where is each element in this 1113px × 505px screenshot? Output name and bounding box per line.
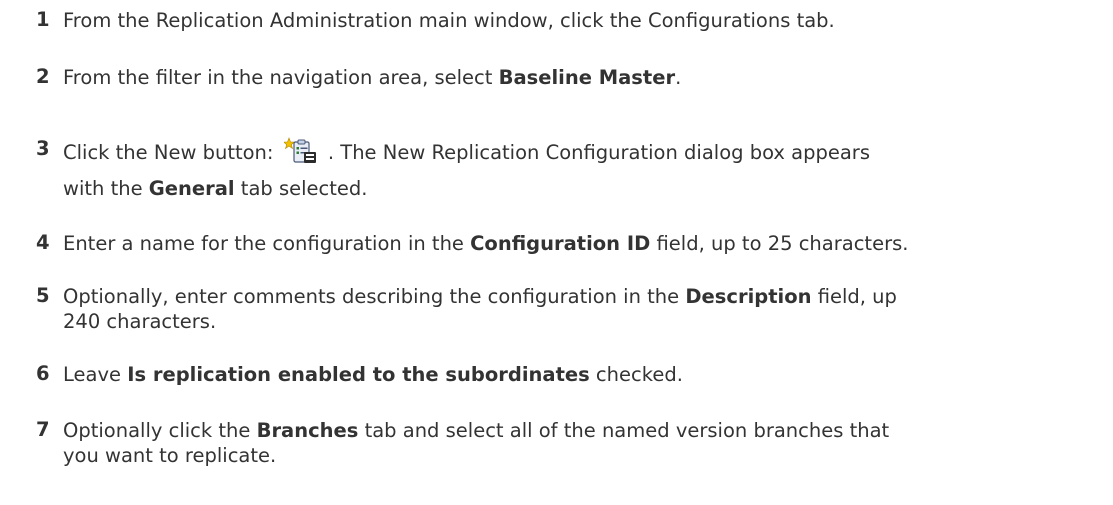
step-text-pre: From the filter in the navigation area, … [63, 66, 499, 89]
ui-term: Baseline Master [498, 66, 676, 89]
step-text-content: From the Replication Administration main… [63, 9, 835, 32]
step-text: Enter a name for the configuration in th… [63, 231, 1103, 256]
step-text: From the filter in the navigation area, … [63, 65, 1103, 90]
step-text: Click the New button: . The New Replicat… [63, 137, 1103, 165]
step-text-pre: with the [63, 177, 149, 200]
step-text: with the General tab selected. [63, 176, 1103, 201]
step-text: Optionally click the Branches tab and se… [63, 418, 1103, 468]
ui-term: Is replication enabled to the subordinat… [127, 363, 590, 386]
step-number: 5 [36, 284, 50, 307]
step-text-pre: Optionally, enter comments describing th… [63, 285, 686, 308]
ui-term: Branches [256, 419, 359, 442]
step-text-post: field, up [811, 285, 897, 308]
ui-term: Configuration ID [470, 232, 651, 255]
step-text-pre: Enter a name for the configuration in th… [63, 232, 471, 255]
step-text-post: field, up to 25 characters. [650, 232, 909, 255]
step-text-pre: Optionally click the [63, 419, 257, 442]
step-text-post: . [675, 66, 682, 89]
ui-term: Description [685, 285, 812, 308]
step-text: Optionally, enter comments describing th… [63, 284, 1103, 334]
step-text: Leave Is replication enabled to the subo… [63, 362, 1103, 387]
step-number: 6 [36, 362, 50, 385]
step-text-line2: 240 characters. [63, 310, 217, 333]
new-configuration-icon [282, 137, 318, 165]
step-number: 1 [36, 8, 50, 31]
step-text-line2: you want to replicate. [63, 444, 277, 467]
step-text-pre: Leave [63, 363, 128, 386]
step-text-post: . The New Replication Configuration dial… [321, 141, 870, 164]
step-text-post: tab selected. [234, 177, 368, 200]
step-text-pre: Click the New button: [63, 141, 280, 164]
step-number: 4 [36, 231, 50, 254]
step-number: 2 [36, 65, 50, 88]
ui-term: General [148, 177, 235, 200]
step-text-post: tab and select all of the named version … [358, 419, 890, 442]
step-number: 3 [36, 137, 50, 160]
step-text: From the Replication Administration main… [63, 8, 1103, 33]
step-number: 7 [36, 418, 50, 441]
step-text-post: checked. [589, 363, 683, 386]
document-page: { "steps": [ { "num": "1", "t1": "From t… [0, 0, 1113, 505]
